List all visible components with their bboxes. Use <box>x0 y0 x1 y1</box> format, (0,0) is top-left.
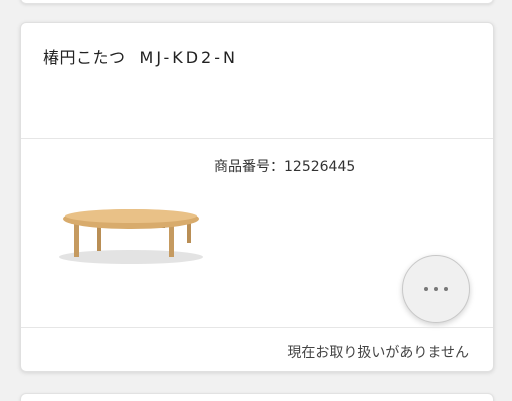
product-card[interactable]: 椿円こたつ MJ-KD2-N 商品番号：12526445 現在お取り扱いがありませ… <box>20 22 494 372</box>
next-card <box>20 393 494 401</box>
product-model: MJ-KD2-N <box>139 48 238 67</box>
divider <box>21 138 493 139</box>
product-code: 商品番号：12526445 <box>214 159 356 175</box>
page: 椿円こたつ MJ-KD2-N 商品番号：12526445 現在お取り扱いがありませ… <box>0 0 512 401</box>
previous-card <box>20 0 494 4</box>
product-title: 椿円こたつ MJ-KD2-N <box>43 44 238 68</box>
availability-status: 現在お取り扱いがありません <box>287 345 469 361</box>
more-dots-icon <box>424 287 448 291</box>
divider <box>21 327 493 328</box>
product-name: 椿円こたつ <box>43 48 126 67</box>
product-image <box>59 209 203 264</box>
more-options-button[interactable] <box>402 255 470 323</box>
